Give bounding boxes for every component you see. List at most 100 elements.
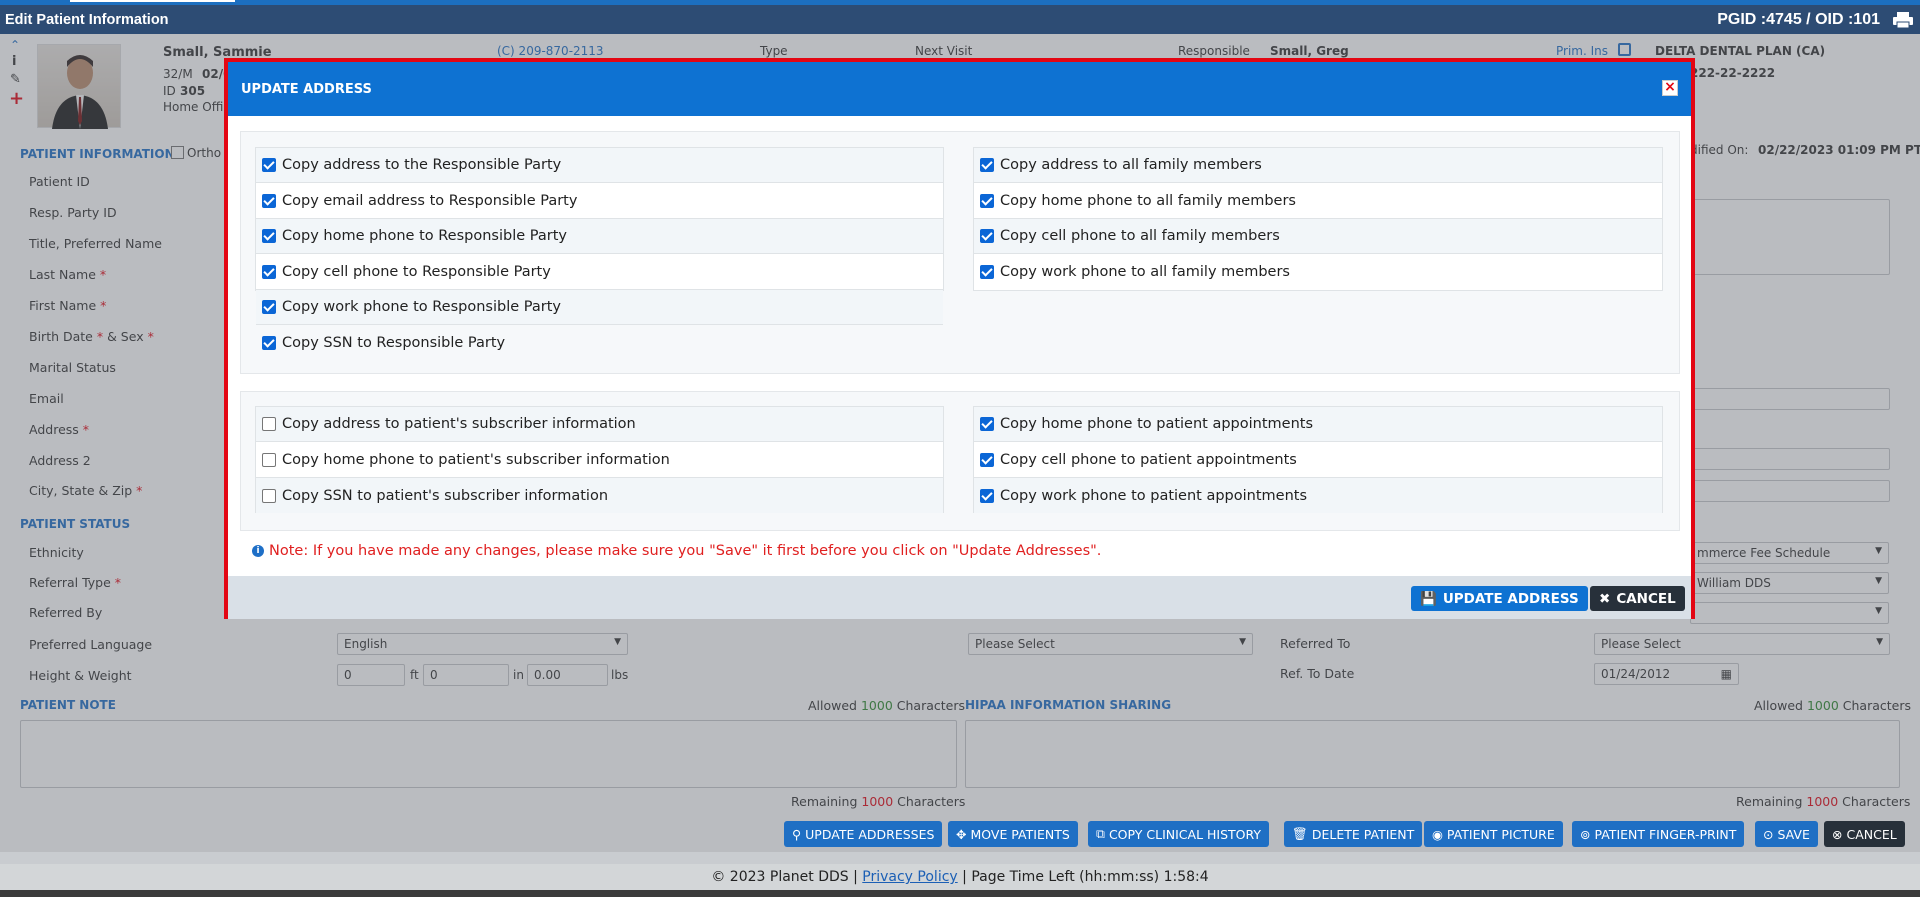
modal-header: UPDATE ADDRESS × xyxy=(228,62,1691,116)
option-row[interactable]: Copy SSN to Responsible Party xyxy=(256,326,943,361)
cancel-label: CANCEL xyxy=(1846,826,1897,842)
option-label: Copy SSN to patient's subscriber informa… xyxy=(282,487,609,504)
active-tab-indicator xyxy=(70,0,235,2)
user-circle-icon: ◉ xyxy=(1432,826,1443,842)
update-addresses-button[interactable]: ⚲ UPDATE ADDRESSES xyxy=(784,821,943,847)
info-circle-icon: i xyxy=(252,545,264,557)
modal-cancel-button[interactable]: ✖ CANCEL xyxy=(1590,586,1685,611)
save-note-text: Note: If you have made any changes, plea… xyxy=(269,543,1102,559)
option-row[interactable]: Copy address to the Responsible Party xyxy=(256,148,943,183)
move-patients-button[interactable]: ✥ MOVE PATIENTS xyxy=(948,821,1078,847)
option-label: Copy home phone to all family members xyxy=(1000,192,1296,209)
option-row[interactable]: Copy work phone to Responsible Party xyxy=(256,290,943,325)
copyright-text: © 2023 Planet DDS | xyxy=(711,869,858,885)
modal-title: UPDATE ADDRESS xyxy=(241,81,372,97)
copy-clinical-history-button[interactable]: ⧉ COPY CLINICAL HISTORY xyxy=(1088,821,1270,847)
option-row[interactable]: Copy cell phone to patient appointments xyxy=(974,443,1662,478)
option-checkbox[interactable] xyxy=(262,452,276,467)
option-label: Copy home phone to patient appointments xyxy=(1000,416,1314,432)
patient-picture-label: PATIENT PICTURE xyxy=(1446,826,1555,842)
option-label: Copy cell phone to Responsible Party xyxy=(282,263,551,280)
times-icon: ✖ xyxy=(1599,590,1611,607)
modal-footer: 💾 UPDATE ADDRESS ✖ CANCEL xyxy=(228,576,1691,619)
option-checkbox[interactable] xyxy=(262,488,276,503)
option-label: Copy home phone to Responsible Party xyxy=(282,228,567,244)
save-label: SAVE xyxy=(1777,826,1810,842)
option-checkbox[interactable] xyxy=(262,229,276,243)
move-icon: ✥ xyxy=(956,826,967,842)
update-address-modal: UPDATE ADDRESS × Copy address to the Res… xyxy=(224,58,1695,619)
option-row[interactable]: Copy work phone to patient appointments xyxy=(974,478,1662,513)
option-label: Copy work phone to patient appointments xyxy=(1000,487,1307,504)
option-checkbox[interactable] xyxy=(980,229,994,243)
responsible-party-list: Copy address to the Responsible Party Cop… xyxy=(255,147,944,351)
option-checkbox[interactable] xyxy=(262,158,276,172)
option-checkbox[interactable] xyxy=(980,488,994,503)
taskbar-strip xyxy=(0,890,1920,897)
modal-cancel-label: CANCEL xyxy=(1616,590,1676,607)
option-label: Copy work phone to all family members xyxy=(1000,264,1290,280)
option-row[interactable]: Copy cell phone to all family members xyxy=(974,219,1662,254)
window-titlebar: Edit Patient Information PGID :4745 / OI… xyxy=(0,5,1920,34)
delete-patient-button[interactable]: 🗑 DELETE PATIENT xyxy=(1284,821,1423,847)
privacy-policy-link[interactable]: Privacy Policy xyxy=(862,869,957,885)
window-ids: PGID :4745 / OID :101 xyxy=(1717,11,1914,29)
option-checkbox[interactable] xyxy=(980,417,994,431)
cancel-button[interactable]: ⊗ CANCEL xyxy=(1824,821,1905,847)
update-addresses-label: UPDATE ADDRESSES xyxy=(805,826,935,842)
finger-print-label: PATIENT FINGER-PRINT xyxy=(1594,826,1737,842)
option-row[interactable]: Copy home phone to Responsible Party xyxy=(256,219,943,254)
option-label: Copy cell phone to patient appointments xyxy=(1000,451,1297,468)
pgid: PGID :4745 xyxy=(1717,10,1802,28)
appointments-list: Copy home phone to patient appointments C… xyxy=(973,406,1663,513)
id-separator: / xyxy=(1806,10,1811,28)
oid: OID :101 xyxy=(1815,10,1880,28)
update-address-label: UPDATE ADDRESS xyxy=(1442,590,1579,607)
option-checkbox[interactable] xyxy=(980,265,994,279)
option-checkbox[interactable] xyxy=(980,452,994,467)
times-circle-icon: ⊗ xyxy=(1832,826,1843,842)
move-patients-label: MOVE PATIENTS xyxy=(970,826,1070,842)
window-title: Edit Patient Information xyxy=(5,11,169,28)
finger-print-button[interactable]: ⊚ PATIENT FINGER-PRINT xyxy=(1572,821,1745,847)
modal-body: Copy address to the Responsible Party Cop… xyxy=(228,116,1691,535)
option-checkbox[interactable] xyxy=(980,158,994,172)
option-row[interactable]: Copy address to patient's subscriber inf… xyxy=(256,407,943,442)
close-icon[interactable]: × xyxy=(1662,80,1678,96)
option-row[interactable]: Copy address to all family members xyxy=(974,148,1662,183)
option-row[interactable]: Copy home phone to all family members xyxy=(974,184,1662,219)
option-row[interactable]: Copy cell phone to Responsible Party xyxy=(256,255,943,290)
check-circle-icon: ⊙ xyxy=(1763,826,1774,842)
delete-patient-label: DELETE PATIENT xyxy=(1311,826,1415,842)
option-checkbox[interactable] xyxy=(262,336,276,350)
option-checkbox[interactable] xyxy=(262,300,276,314)
option-checkbox[interactable] xyxy=(980,193,994,208)
option-row[interactable]: Copy home phone to patient's subscriber … xyxy=(256,443,943,478)
family-members-list: Copy address to all family members Copy h… xyxy=(973,147,1663,291)
option-checkbox[interactable] xyxy=(262,417,276,431)
option-row[interactable]: Copy work phone to all family members xyxy=(974,255,1662,290)
option-label: Copy SSN to Responsible Party xyxy=(282,335,506,351)
patient-picture-button[interactable]: ◉ PATIENT PICTURE xyxy=(1424,821,1563,847)
option-label: Copy home phone to patient's subscriber … xyxy=(282,451,670,468)
save-button[interactable]: ⊙ SAVE xyxy=(1755,821,1818,847)
save-note: i Note: If you have made any changes, ple… xyxy=(252,543,1101,559)
option-row[interactable]: Copy SSN to patient's subscriber informa… xyxy=(256,478,943,513)
map-marker-icon: ⚲ xyxy=(792,826,802,842)
option-checkbox[interactable] xyxy=(262,193,276,208)
save-icon: 💾 xyxy=(1420,590,1437,607)
option-row[interactable]: Copy home phone to patient appointments xyxy=(974,407,1662,442)
page-time-left: | Page Time Left (hh:mm:ss) 1:58:4 xyxy=(962,869,1209,885)
subscriber-list: Copy address to patient's subscriber inf… xyxy=(255,406,944,513)
fingerprint-icon: ⊚ xyxy=(1580,826,1591,842)
print-icon[interactable] xyxy=(1892,11,1914,29)
copy-clinical-label: COPY CLINICAL HISTORY xyxy=(1108,826,1262,842)
copy-icon: ⧉ xyxy=(1096,826,1105,841)
option-checkbox[interactable] xyxy=(262,264,276,279)
trash-icon: 🗑 xyxy=(1292,826,1308,841)
option-label: Copy work phone to Responsible Party xyxy=(282,299,561,315)
page-footer: © 2023 Planet DDS | Privacy Policy | Pag… xyxy=(0,864,1920,890)
option-label: Copy cell phone to all family members xyxy=(1000,228,1280,244)
update-address-button[interactable]: 💾 UPDATE ADDRESS xyxy=(1411,586,1588,611)
option-row[interactable]: Copy email address to Responsible Party xyxy=(256,184,943,219)
